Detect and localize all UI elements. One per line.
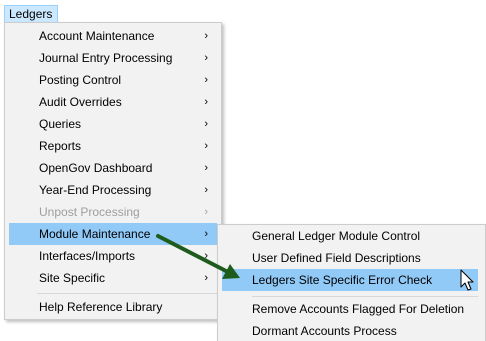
menu-item-label: Help Reference Library [39, 300, 163, 314]
menu-item-audit-overrides[interactable]: Audit Overrides › [9, 91, 217, 113]
chevron-right-icon: › [204, 52, 208, 64]
ledgers-menu-screenshot: Ledgers Account Maintenance › Journal En… [0, 0, 486, 341]
menu-item-label: Reports [39, 139, 82, 153]
chevron-right-icon: › [204, 206, 208, 218]
menu-item-label: Interfaces/Imports [39, 249, 136, 263]
chevron-right-icon: › [204, 228, 208, 240]
menu-item-label: Unpost Processing [39, 205, 140, 219]
menu-separator [37, 293, 217, 294]
menu-item-posting-control[interactable]: Posting Control › [9, 69, 217, 91]
menu-item-opengov-dashboard[interactable]: OpenGov Dashboard › [9, 157, 217, 179]
menu-item-label: Account Maintenance [39, 29, 155, 43]
menu-item-site-specific[interactable]: Site Specific › [9, 267, 217, 289]
chevron-right-icon: › [204, 30, 208, 42]
menu-item-module-maintenance[interactable]: Module Maintenance › [9, 223, 217, 245]
menubar-ledgers[interactable]: Ledgers [4, 5, 58, 23]
chevron-right-icon: › [204, 74, 208, 86]
submenu-item-ledgers-site-specific-error-check[interactable]: Ledgers Site Specific Error Check [222, 269, 478, 291]
menu-item-label: Module Maintenance [39, 227, 151, 241]
submenu-item-dormant-accounts-process[interactable]: Dormant Accounts Process [222, 320, 478, 341]
menu-item-interfaces-imports[interactable]: Interfaces/Imports › [9, 245, 217, 267]
menu-item-label: Audit Overrides [39, 95, 122, 109]
menu-item-label: OpenGov Dashboard [39, 161, 153, 175]
module-maintenance-submenu: General Ledger Module Control User Defin… [217, 224, 486, 341]
menu-item-help-reference-library[interactable]: Help Reference Library [9, 296, 217, 318]
submenu-item-label: Remove Accounts Flagged For Deletion [252, 302, 465, 316]
menu-item-label: Site Specific [39, 271, 106, 285]
submenu-separator [252, 296, 478, 297]
menu-item-unpost-processing: Unpost Processing › [9, 201, 217, 223]
menubar-ledgers-label: Ledgers [9, 7, 53, 21]
menu-item-label: Queries [39, 117, 82, 131]
menu-item-account-maintenance[interactable]: Account Maintenance › [9, 25, 217, 47]
chevron-right-icon: › [204, 184, 208, 196]
chevron-right-icon: › [204, 96, 208, 108]
submenu-item-label: Dormant Accounts Process [252, 324, 397, 338]
ledgers-dropdown-menu: Account Maintenance › Journal Entry Proc… [4, 22, 222, 320]
menu-item-year-end-processing[interactable]: Year-End Processing › [9, 179, 217, 201]
menu-item-reports[interactable]: Reports › [9, 135, 217, 157]
submenu-item-label: Ledgers Site Specific Error Check [252, 273, 433, 287]
submenu-item-general-ledger-module-control[interactable]: General Ledger Module Control [222, 225, 478, 247]
submenu-item-label: User Defined Field Descriptions [252, 251, 421, 265]
chevron-right-icon: › [204, 140, 208, 152]
menu-item-queries[interactable]: Queries › [9, 113, 217, 135]
chevron-right-icon: › [204, 162, 208, 174]
chevron-right-icon: › [204, 118, 208, 130]
submenu-item-remove-accounts-flagged-for-deletion[interactable]: Remove Accounts Flagged For Deletion [222, 298, 478, 320]
chevron-right-icon: › [204, 250, 208, 262]
chevron-right-icon: › [204, 272, 208, 284]
submenu-item-label: General Ledger Module Control [252, 229, 421, 243]
menu-item-journal-entry-processing[interactable]: Journal Entry Processing › [9, 47, 217, 69]
menu-item-label: Posting Control [39, 73, 122, 87]
submenu-item-user-defined-field-descriptions[interactable]: User Defined Field Descriptions [222, 247, 478, 269]
menu-item-label: Year-End Processing [39, 183, 152, 197]
menu-item-label: Journal Entry Processing [39, 51, 173, 65]
